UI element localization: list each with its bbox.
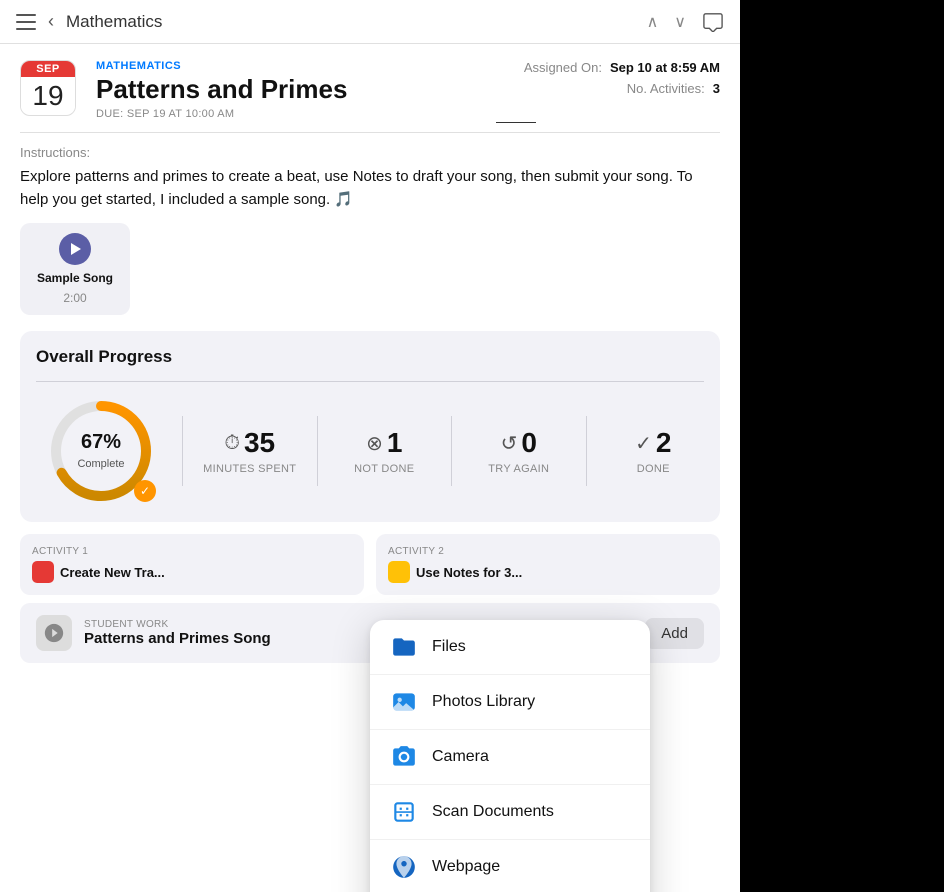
song-card[interactable]: Sample Song 2:00 <box>20 223 130 315</box>
photos-label: Photos Library <box>432 693 535 711</box>
progress-title: Overall Progress <box>36 347 704 367</box>
calendar-month: SEP <box>21 61 75 77</box>
donut-percent: 67% <box>77 431 124 454</box>
menu-item-camera[interactable]: Camera <box>370 730 650 785</box>
donut-label: Complete <box>77 458 124 470</box>
arrow-line-header <box>496 122 536 123</box>
assignment-title: Patterns and Primes <box>96 74 504 105</box>
clock-icon: ⏱ <box>224 432 240 455</box>
stat-done-top: ✓ 2 <box>635 427 671 459</box>
activity-1-title-row: Create New Tra... <box>32 561 352 583</box>
instructions-label: Instructions: <box>20 145 720 160</box>
stat-divider-2 <box>317 416 318 486</box>
toolbar-right: ∧ ∨ <box>647 12 724 32</box>
activity-2-icon <box>388 561 410 583</box>
done-value: 2 <box>656 427 672 459</box>
instructions-section: Instructions: Explore patterns and prime… <box>0 133 740 211</box>
right-panel <box>740 0 944 892</box>
no-activities-value: 3 <box>713 81 720 96</box>
menu-item-files[interactable]: Files <box>370 620 650 675</box>
song-title: Sample Song <box>37 271 113 285</box>
no-activities-label: No. Activities: <box>627 81 705 96</box>
assignment-title-block: MATHEMATICS Patterns and Primes DUE: SEP… <box>96 60 504 120</box>
assigned-on-value: Sep 10 at 8:59 AM <box>610 60 720 75</box>
progress-section: Overall Progress <box>20 331 720 522</box>
stat-minutes-spent: ⏱ 35 MINUTES SPENT <box>199 427 301 475</box>
work-icon <box>36 615 72 651</box>
add-button[interactable]: Add <box>645 618 704 649</box>
not-done-label: NOT DONE <box>354 463 414 475</box>
activity-2-name: Use Notes for 3... <box>416 565 522 580</box>
song-duration: 2:00 <box>63 291 86 305</box>
activity-1-label: ACTIVITY 1 <box>32 546 352 557</box>
activities-row: ACTIVITY 1 Create New Tra... ACTIVITY 2 … <box>20 534 720 595</box>
camera-icon <box>390 743 418 771</box>
back-button[interactable]: ‹ <box>48 11 54 32</box>
play-button[interactable] <box>59 233 91 265</box>
donut-chart: 67% Complete ✓ <box>36 396 166 506</box>
activity-2-title-row: Use Notes for 3... <box>388 561 708 583</box>
stat-done: ✓ 2 DONE <box>603 427 705 475</box>
stat-try-again-top: ↺ 0 <box>501 427 537 459</box>
minutes-value: 35 <box>244 427 275 459</box>
scan-label: Scan Documents <box>432 803 554 821</box>
comment-button[interactable] <box>702 12 724 32</box>
files-icon <box>390 633 418 661</box>
due-date: DUE: SEP 19 AT 10:00 AM <box>96 108 504 120</box>
assigned-on-row: Assigned On: Sep 10 at 8:59 AM <box>524 60 720 75</box>
instructions-text: Explore patterns and primes to create a … <box>20 166 720 211</box>
toolbar-left: ‹ Mathematics <box>16 11 162 32</box>
stat-divider-3 <box>451 416 452 486</box>
activity-2-label: ACTIVITY 2 <box>388 546 708 557</box>
media-cards: Sample Song 2:00 <box>0 211 740 315</box>
donut-center: 67% Complete <box>77 431 124 472</box>
menu-item-scan[interactable]: Scan Documents <box>370 785 650 840</box>
activity-card-1[interactable]: ACTIVITY 1 Create New Tra... <box>20 534 364 595</box>
not-done-icon: ⊗ <box>366 431 383 456</box>
assignment-header: SEP 19 MATHEMATICS Patterns and Primes D… <box>0 44 740 120</box>
minutes-label: MINUTES SPENT <box>203 463 296 475</box>
stat-try-again: ↺ 0 TRY AGAIN <box>468 427 570 475</box>
subject-label: MATHEMATICS <box>96 60 504 72</box>
done-icon: ✓ <box>635 431 652 456</box>
toolbar: ‹ Mathematics ∧ ∨ <box>0 0 740 44</box>
not-done-value: 1 <box>387 427 403 459</box>
try-again-icon: ↺ <box>501 431 518 456</box>
dropdown-menu: Files Photos Library Camera <box>370 620 650 892</box>
progress-divider <box>36 381 704 382</box>
try-again-value: 0 <box>521 427 537 459</box>
activity-1-name: Create New Tra... <box>60 565 165 580</box>
calendar-icon: SEP 19 <box>20 60 76 116</box>
photos-icon <box>390 688 418 716</box>
menu-item-photos[interactable]: Photos Library <box>370 675 650 730</box>
try-again-label: TRY AGAIN <box>488 463 549 475</box>
stat-divider-4 <box>586 416 587 486</box>
webpage-label: Webpage <box>432 858 500 876</box>
stat-minutes-top: ⏱ 35 <box>224 427 275 459</box>
assignment-meta: Assigned On: Sep 10 at 8:59 AM No. Activ… <box>524 60 720 102</box>
stat-not-done-top: ⊗ 1 <box>366 427 402 459</box>
nav-down-button[interactable]: ∨ <box>674 12 686 32</box>
webpage-icon <box>390 853 418 881</box>
activity-1-icon <box>32 561 54 583</box>
no-activities-row: No. Activities: 3 <box>524 81 720 96</box>
progress-stats: 67% Complete ✓ ⏱ 35 MINUTES SPENT ⊗ 1 <box>36 396 704 506</box>
calendar-day: 19 <box>21 77 75 113</box>
checkmark-badge: ✓ <box>134 480 156 502</box>
assigned-on-label: Assigned On: <box>524 60 602 75</box>
breadcrumb: Mathematics <box>66 12 162 32</box>
menu-item-webpage[interactable]: Webpage <box>370 840 650 892</box>
sidebar-toggle-button[interactable] <box>16 14 36 30</box>
camera-label: Camera <box>432 748 489 766</box>
activity-card-2[interactable]: ACTIVITY 2 Use Notes for 3... <box>376 534 720 595</box>
nav-up-button[interactable]: ∧ <box>647 12 659 32</box>
stat-not-done: ⊗ 1 NOT DONE <box>334 427 436 475</box>
files-label: Files <box>432 638 466 656</box>
scan-icon <box>390 798 418 826</box>
stat-divider-1 <box>182 416 183 486</box>
done-label: DONE <box>637 463 670 475</box>
